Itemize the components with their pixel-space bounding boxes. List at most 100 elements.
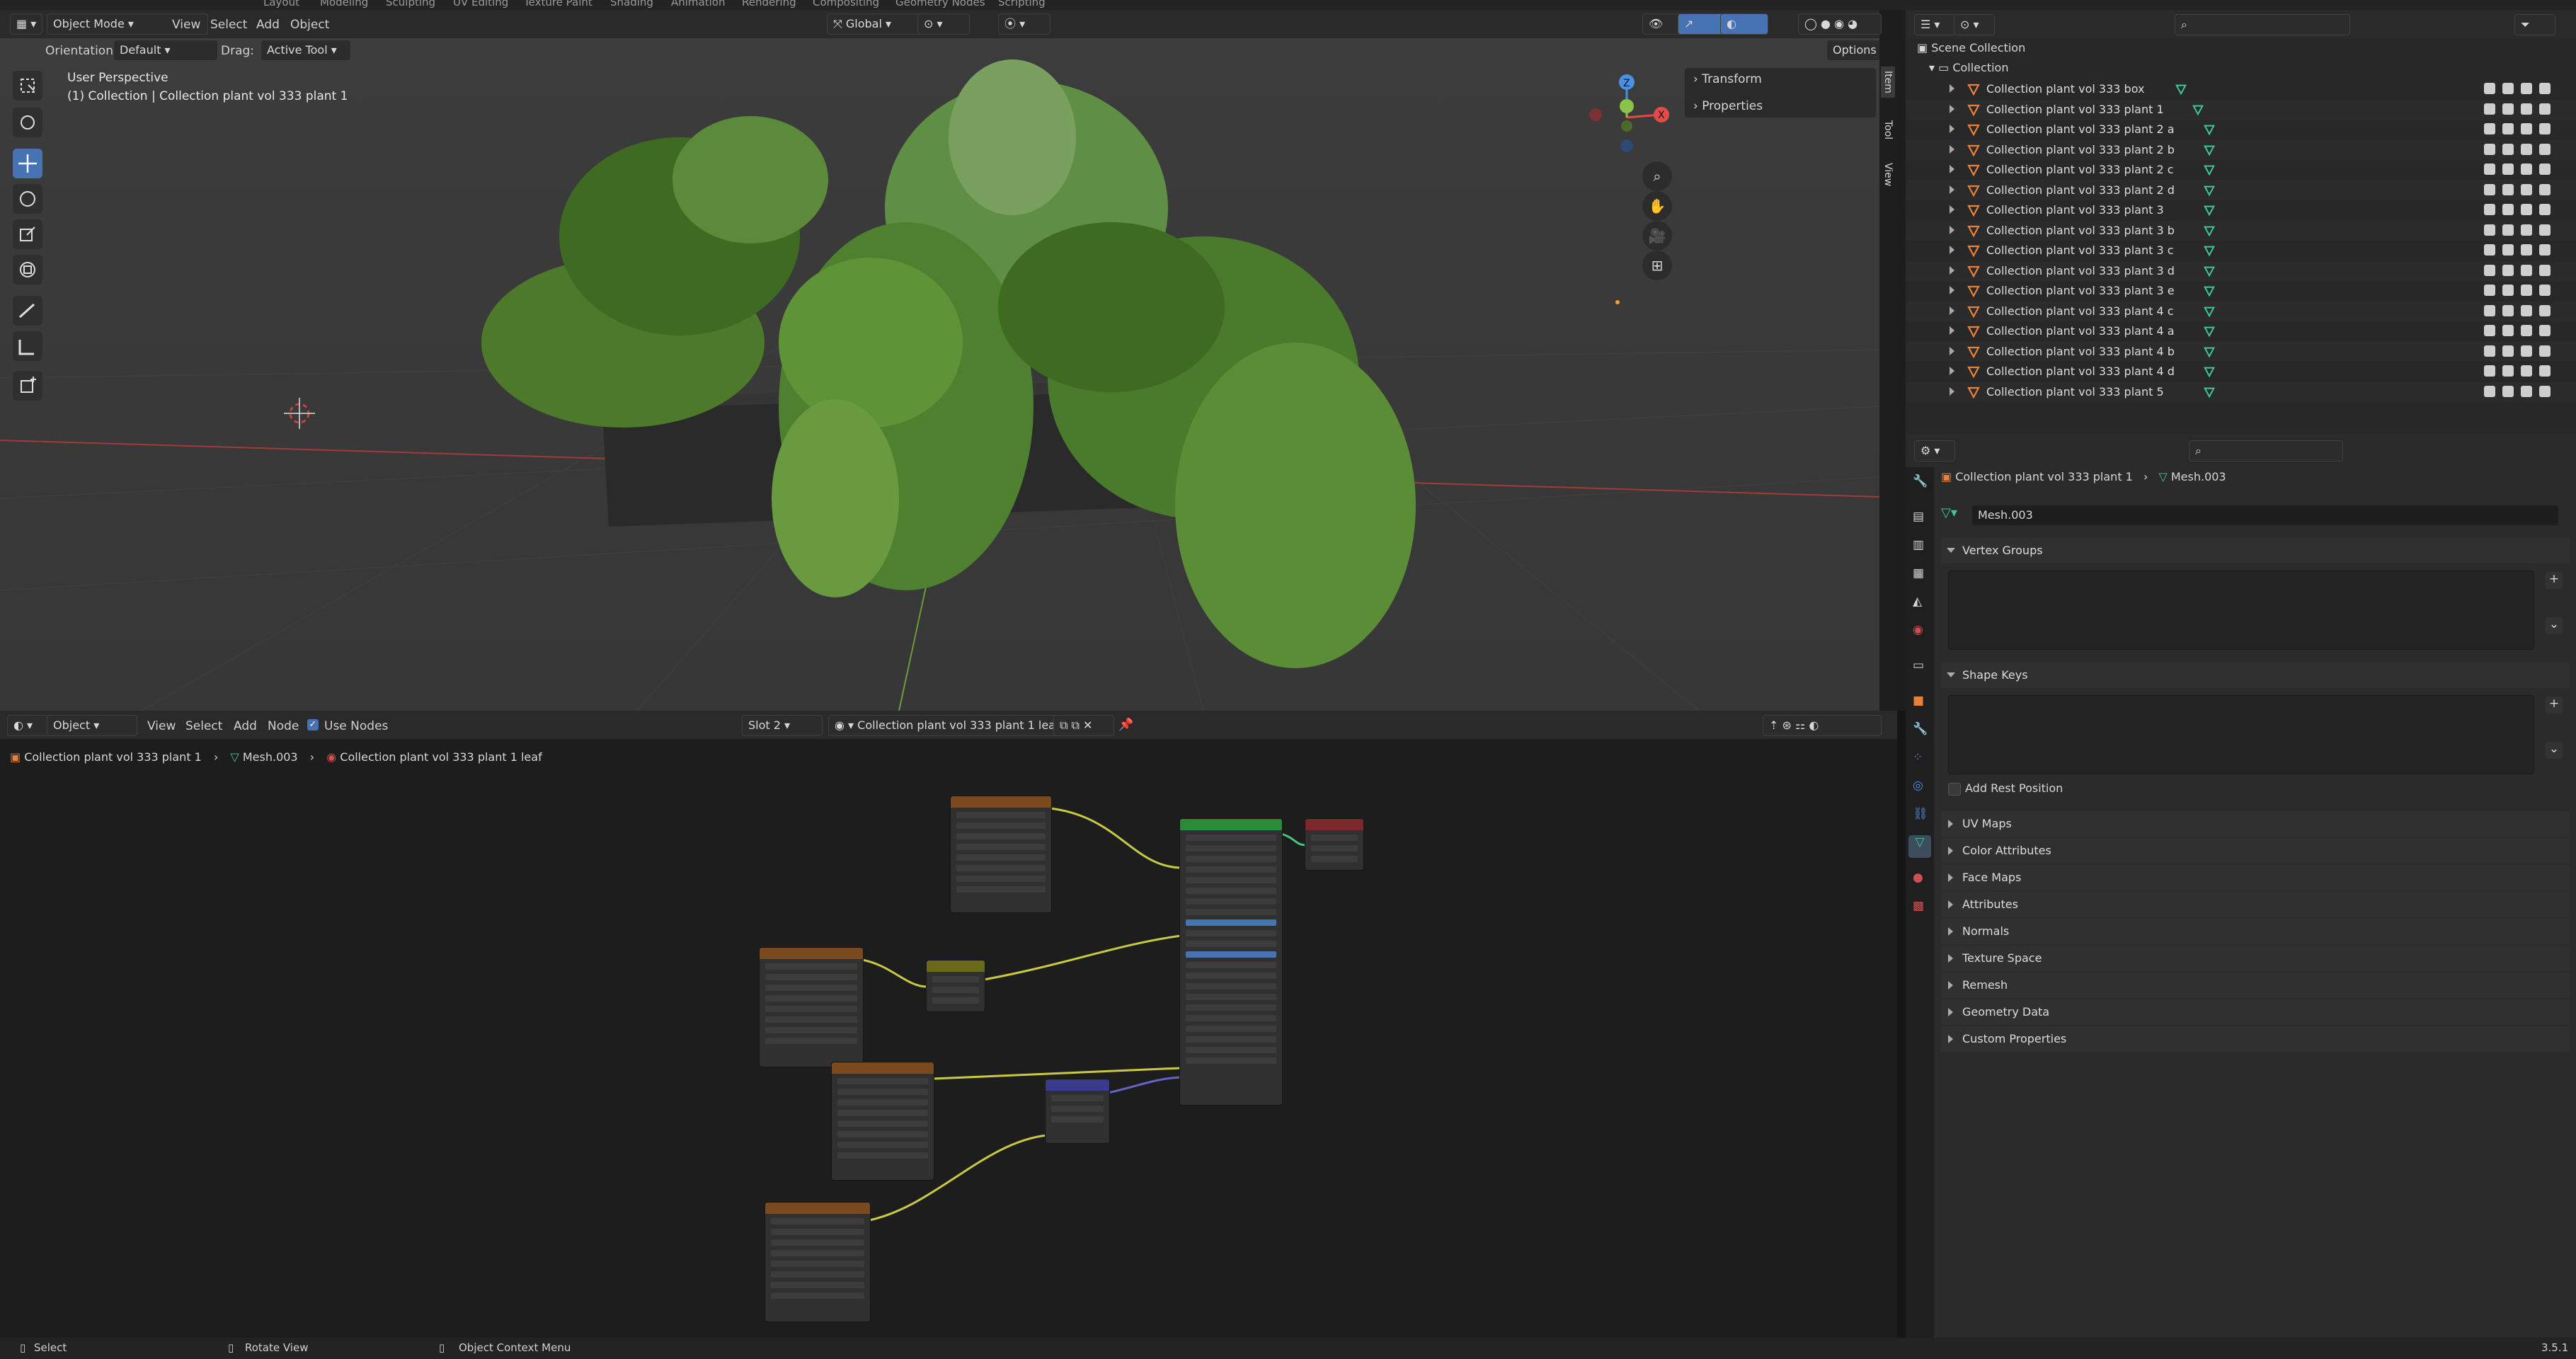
- scale-tool[interactable]: [13, 219, 42, 249]
- viewport-monitor-icon[interactable]: [2521, 164, 2532, 175]
- object-tab-icon[interactable]: ■: [1913, 694, 1924, 708]
- tab-texture-paint[interactable]: Texture Paint: [524, 0, 593, 8]
- transform-panel-toggle[interactable]: › Transform: [1693, 72, 1762, 86]
- rotate-tool[interactable]: [13, 184, 42, 214]
- mesh-name-field[interactable]: Mesh.003: [1972, 505, 2558, 525]
- physics-tab-icon[interactable]: ◎: [1913, 779, 1923, 793]
- select-toggle-icon[interactable]: [2484, 123, 2495, 134]
- vertex-groups-list[interactable]: [1948, 570, 2534, 650]
- principled-bsdf-node[interactable]: [1179, 818, 1283, 1106]
- tab-geometry-nodes[interactable]: Geometry Nodes: [895, 0, 985, 8]
- constraints-tab-icon[interactable]: ⛓: [1913, 807, 1928, 821]
- viewport-monitor-icon[interactable]: [2521, 103, 2532, 115]
- outliner-row[interactable]: Collection plant vol 333 plant 4 d: [1906, 362, 2576, 382]
- properties-editor-type[interactable]: ⚙ ▾: [1914, 440, 1955, 461]
- viewport-monitor-icon[interactable]: [2521, 123, 2532, 134]
- select-toggle-icon[interactable]: [2484, 224, 2495, 236]
- visibility-eye-icon[interactable]: [2502, 123, 2514, 134]
- add-cube-tool[interactable]: [13, 371, 42, 401]
- outliner-row[interactable]: Collection plant vol 333 plant 2 a: [1906, 120, 2576, 139]
- image-texture-node-2[interactable]: [759, 947, 864, 1067]
- snap-toggle[interactable]: ⦿ ▾: [998, 13, 1051, 35]
- gizmo-toggle[interactable]: ↗: [1678, 13, 1726, 35]
- mesh-data-tab-icon[interactable]: ▽: [1908, 835, 1931, 858]
- color-attributes-panel-header[interactable]: Color Attributes: [1941, 838, 2570, 864]
- render-camera-icon[interactable]: [2539, 244, 2551, 256]
- shading-modes[interactable]: ◯ ● ◉ ◕: [1798, 13, 1882, 35]
- filter-icon[interactable]: ⏷: [2514, 14, 2555, 35]
- move-tool[interactable]: [13, 149, 42, 178]
- render-camera-icon[interactable]: [2539, 304, 2551, 316]
- outliner-row[interactable]: Collection plant vol 333 plant 5: [1906, 382, 2576, 402]
- display-mode-dropdown[interactable]: ⊙ ▾: [1954, 14, 1995, 35]
- render-camera-icon[interactable]: [2539, 224, 2551, 236]
- outliner-row[interactable]: Collection plant vol 333 plant 3 c: [1906, 241, 2576, 260]
- visibility-eye-icon[interactable]: [2502, 204, 2514, 215]
- scene-tab-icon[interactable]: ◭: [1913, 595, 1922, 609]
- particles-tab-icon[interactable]: ⁘: [1913, 750, 1923, 764]
- shape-keys-panel-header[interactable]: Shape Keys: [1941, 663, 2570, 688]
- select-toggle-icon[interactable]: [2484, 103, 2495, 115]
- expand-toggle[interactable]: [1950, 246, 1954, 254]
- editor-type-dropdown[interactable]: ▦ ▾: [10, 13, 43, 35]
- shape-keys-list[interactable]: [1948, 695, 2534, 774]
- outliner-search-input[interactable]: ⌕: [2175, 14, 2350, 35]
- tab-layout[interactable]: Layout: [263, 0, 299, 8]
- pan-hand-icon[interactable]: ✋: [1642, 191, 1672, 221]
- viewport-monitor-icon[interactable]: [2521, 183, 2532, 195]
- outliner-row[interactable]: Collection plant vol 333 plant 2 d: [1906, 180, 2576, 200]
- visibility-eye-icon[interactable]: [2502, 143, 2514, 155]
- properties-search-input[interactable]: ⌕: [2189, 440, 2343, 461]
- select-toggle-icon[interactable]: [2484, 285, 2495, 296]
- output-tab-icon[interactable]: ▥: [1913, 538, 1924, 552]
- navigation-gizmo[interactable]: Z X: [1579, 68, 1678, 160]
- outliner-row[interactable]: Collection plant vol 333 plant 2 b: [1906, 139, 2576, 160]
- normals-panel-header[interactable]: Normals: [1941, 919, 2570, 944]
- visibility-eye-icon[interactable]: [2502, 103, 2514, 115]
- geometry-data-panel-header[interactable]: Geometry Data: [1941, 999, 2570, 1025]
- select-toggle-icon[interactable]: [2484, 325, 2495, 336]
- tab-item[interactable]: Item: [1881, 67, 1895, 98]
- remesh-panel-header[interactable]: Remesh: [1941, 973, 2570, 998]
- select-toggle-icon[interactable]: [2484, 164, 2495, 175]
- normal-map-node[interactable]: [1045, 1079, 1110, 1144]
- area-divider[interactable]: [1897, 711, 1906, 1338]
- shape-key-menu-icon[interactable]: ⌄: [2546, 742, 2563, 759]
- tab-uv-editing[interactable]: UV Editing: [453, 0, 508, 8]
- expand-toggle[interactable]: [1950, 165, 1954, 173]
- render-camera-icon[interactable]: [2539, 143, 2551, 155]
- visibility-eye-icon[interactable]: [2502, 345, 2514, 357]
- cursor-tool[interactable]: [13, 108, 42, 137]
- outliner-row[interactable]: Collection plant vol 333 plant 1: [1906, 99, 2576, 120]
- render-tab-icon[interactable]: ▤: [1913, 510, 1924, 524]
- viewport-monitor-icon[interactable]: [2521, 285, 2532, 296]
- render-camera-icon[interactable]: [2539, 325, 2551, 336]
- outliner-row[interactable]: Collection plant vol 333 plant 2 c: [1906, 160, 2576, 180]
- visibility-eye-icon[interactable]: [2502, 183, 2514, 195]
- collection-row[interactable]: ▾ ▭ Collection: [1929, 61, 2008, 74]
- render-camera-icon[interactable]: [2539, 123, 2551, 134]
- pivot-dropdown[interactable]: ⊙ ▾: [917, 13, 970, 35]
- outliner-row[interactable]: Collection plant vol 333 plant 3: [1906, 200, 2576, 220]
- expand-toggle[interactable]: [1950, 306, 1954, 315]
- select-toggle-icon[interactable]: [2484, 183, 2495, 195]
- select-toggle-icon[interactable]: [2484, 304, 2495, 316]
- outliner-row[interactable]: Collection plant vol 333 plant 4 c: [1906, 301, 2576, 321]
- viewport-monitor-icon[interactable]: [2521, 264, 2532, 276]
- viewport-monitor-icon[interactable]: [2521, 83, 2532, 94]
- viewport-monitor-icon[interactable]: [2521, 325, 2532, 336]
- render-camera-icon[interactable]: [2539, 103, 2551, 115]
- tool-tab-icon[interactable]: 🔧: [1913, 474, 1928, 488]
- tab-rendering[interactable]: Rendering: [742, 0, 796, 8]
- image-texture-node[interactable]: [950, 796, 1052, 913]
- hue-saturation-node[interactable]: [926, 960, 985, 1012]
- render-camera-icon[interactable]: [2539, 365, 2551, 377]
- world-tab-icon[interactable]: ◉: [1913, 623, 1923, 637]
- render-camera-icon[interactable]: [2539, 285, 2551, 296]
- expand-toggle[interactable]: [1950, 386, 1954, 396]
- viewport-monitor-icon[interactable]: [2521, 385, 2532, 397]
- render-camera-icon[interactable]: [2539, 385, 2551, 397]
- texture-space-panel-header[interactable]: Texture Space: [1941, 946, 2570, 971]
- select-toggle-icon[interactable]: [2484, 345, 2495, 357]
- expand-toggle[interactable]: [1950, 367, 1954, 375]
